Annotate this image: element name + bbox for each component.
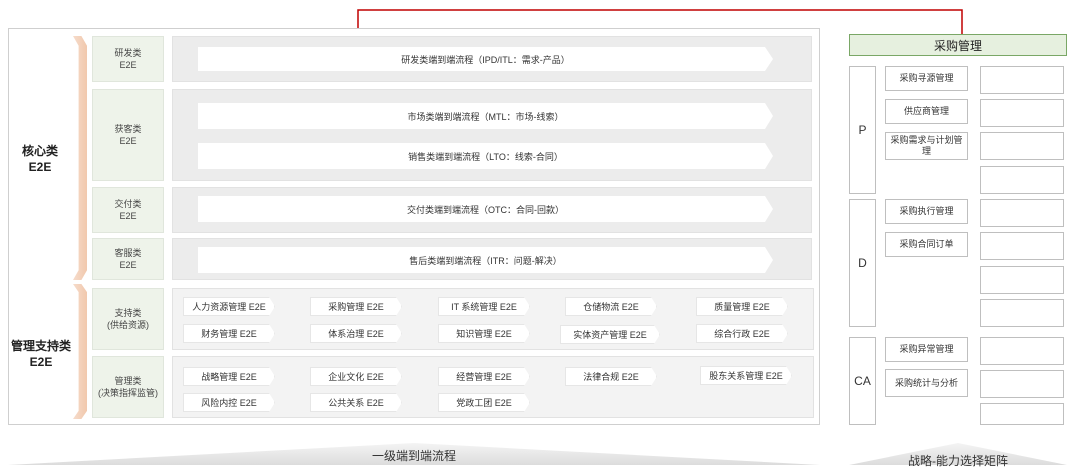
d-slot bbox=[980, 299, 1064, 327]
ca-slot bbox=[980, 337, 1064, 365]
mgmt-item: 风险内控 E2E bbox=[183, 393, 275, 412]
mgmt-item: 法律合规 E2E bbox=[565, 367, 657, 386]
ca-slot bbox=[980, 403, 1064, 425]
phase-d: D bbox=[849, 199, 876, 327]
core-group-label: 核心类 E2E bbox=[21, 144, 58, 174]
support-item: 实体资产管理 E2E bbox=[560, 325, 660, 344]
support-item: 财务管理 E2E bbox=[183, 324, 275, 343]
d-slot bbox=[980, 266, 1064, 294]
p-item: 采购寻源管理 bbox=[885, 66, 968, 91]
flow-lto: 销售类端到端流程（LTO：线索-合同） bbox=[198, 143, 773, 169]
p-slot bbox=[980, 99, 1064, 127]
flow-itr: 售后类端到端流程（ITR：问题-解决） bbox=[198, 247, 773, 273]
ca-item: 采购统计与分析 bbox=[885, 369, 968, 397]
d-item: 采购执行管理 bbox=[885, 199, 968, 224]
support-item: 人力资源管理 E2E bbox=[183, 297, 275, 316]
p-item: 供应商管理 bbox=[885, 99, 968, 124]
phase-p: P bbox=[849, 66, 876, 194]
support-item: IT 系统管理 E2E bbox=[438, 297, 530, 316]
support-item: 体系治理 E2E bbox=[310, 324, 402, 343]
flow-otc: 交付类端到端流程（OTC：合同-回款） bbox=[198, 196, 773, 222]
support-group-label: 管理支持类 E2E bbox=[10, 339, 71, 369]
ca-item: 采购异常管理 bbox=[885, 337, 968, 362]
flow-rd: 研发类端到端流程（IPD/ITL：需求-产品） bbox=[198, 47, 773, 71]
d-slot bbox=[980, 199, 1064, 227]
category-management: 管理类 (决策指挥监管) bbox=[92, 356, 164, 418]
p-slot bbox=[980, 132, 1064, 160]
support-item: 综合行政 E2E bbox=[696, 324, 788, 343]
category-deliver: 交付类 E2E bbox=[92, 187, 164, 233]
phase-ca: CA bbox=[849, 337, 876, 425]
p-item: 采购需求与计划管理 bbox=[885, 132, 968, 160]
procurement-header: 采购管理 bbox=[849, 34, 1067, 56]
mgmt-item: 企业文化 E2E bbox=[310, 367, 402, 386]
d-slot bbox=[980, 232, 1064, 260]
support-item-procurement: 采购管理 E2E bbox=[310, 297, 402, 316]
support-item: 质量管理 E2E bbox=[696, 297, 788, 316]
p-slot bbox=[980, 66, 1064, 94]
flow-mtl: 市场类端到端流程（MTL：市场-线索） bbox=[198, 103, 773, 129]
support-item: 仓储物流 E2E bbox=[565, 297, 657, 316]
footer-right-label: 战略-能力选择矩阵 bbox=[908, 454, 1008, 468]
d-item: 采购合同订单 bbox=[885, 232, 968, 257]
mgmt-item: 公共关系 E2E bbox=[310, 393, 402, 412]
mgmt-item: 股东关系管理 E2E bbox=[700, 366, 792, 385]
mgmt-item: 经营管理 E2E bbox=[438, 367, 530, 386]
category-service: 客服类 E2E bbox=[92, 238, 164, 280]
support-item: 知识管理 E2E bbox=[438, 324, 530, 343]
mgmt-item: 党政工团 E2E bbox=[438, 393, 530, 412]
category-rd: 研发类 E2E bbox=[92, 36, 164, 82]
category-acquire: 获客类 E2E bbox=[92, 89, 164, 181]
ca-slot bbox=[980, 370, 1064, 398]
category-support: 支持类 (供给资源) bbox=[92, 288, 164, 350]
footer-left-label: 一级端到端流程 bbox=[371, 449, 456, 463]
mgmt-item: 战略管理 E2E bbox=[183, 367, 275, 386]
p-slot bbox=[980, 166, 1064, 194]
